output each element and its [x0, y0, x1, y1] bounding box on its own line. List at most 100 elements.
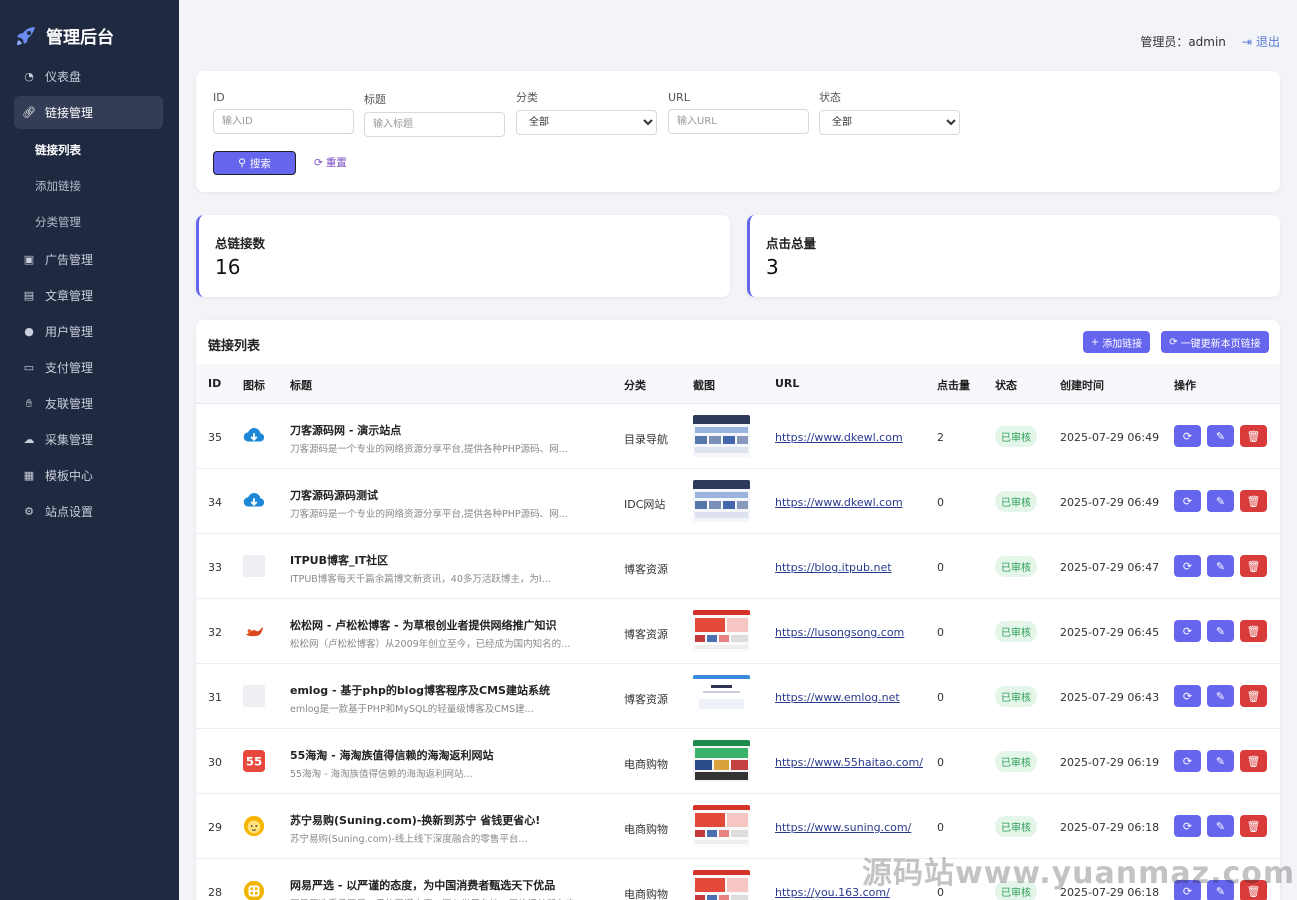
refresh-button[interactable]: ⟳ [1174, 620, 1201, 642]
sidebar-item-label: 文章管理 [45, 289, 94, 303]
delete-button[interactable]: 🗑︎ [1240, 750, 1267, 772]
row-url-link[interactable]: https://www.dkewl.com [775, 496, 903, 509]
edit-button[interactable]: ✎ [1207, 555, 1234, 577]
refresh-button[interactable]: ⟳ [1174, 490, 1201, 512]
sidebar-item-label: 用户管理 [45, 325, 94, 339]
delete-button[interactable]: 🗑︎ [1240, 685, 1267, 707]
row-url-link[interactable]: https://www.suning.com/ [775, 821, 911, 834]
row-category: 电商购物 [624, 888, 668, 900]
delete-button[interactable]: 🗑︎ [1240, 490, 1267, 512]
row-created-time: 2025-07-29 06:49 [1060, 431, 1160, 444]
stat-label: 总链接数 [215, 236, 266, 251]
row-actions: ⟳ ✎ 🗑︎ [1174, 815, 1267, 837]
reset-button[interactable]: ⟳ 重置 [314, 155, 347, 170]
row-id: 28 [208, 886, 222, 899]
plus-icon: + [1090, 336, 1100, 348]
status-badge: 已审核 [995, 751, 1037, 772]
sidebar-item-articles[interactable]: ▤ 文章管理 [14, 279, 163, 312]
sidebar-subitem-categories[interactable]: 分类管理 [0, 204, 179, 240]
column-header-url: URL [775, 377, 800, 390]
row-title: 苏宁易购(Suning.com)-换新到苏宁 省钱更省心! [290, 814, 541, 827]
row-created-time: 2025-07-29 06:47 [1060, 561, 1160, 574]
row-screenshot[interactable] [693, 870, 750, 900]
row-url-link[interactable]: https://www.dkewl.com [775, 431, 903, 444]
row-category: 博客资源 [624, 628, 668, 641]
column-header-id[interactable]: ID [208, 377, 221, 390]
row-screenshot[interactable] [693, 610, 750, 652]
refresh-button[interactable]: ⟳ [1174, 685, 1201, 707]
row-screenshot[interactable] [693, 675, 750, 717]
sidebar-subitem-add-link[interactable]: 添加链接 [0, 168, 179, 204]
sidebar-item-ads[interactable]: ▣ 广告管理 [14, 243, 163, 276]
delete-button[interactable]: 🗑︎ [1240, 620, 1267, 642]
url-input[interactable] [668, 109, 809, 134]
refresh-button[interactable]: ⟳ [1174, 425, 1201, 447]
sidebar-item-friend-links[interactable]: ✋︎ 友联管理 [14, 387, 163, 420]
row-actions: ⟳ ✎ 🗑︎ [1174, 555, 1267, 577]
row-url-link[interactable]: https://lusongsong.com [775, 626, 904, 639]
row-title-block: 苏宁易购(Suning.com)-换新到苏宁 省钱更省心! 苏宁易购(Suning… [290, 812, 610, 845]
stat-value: 3 [766, 255, 779, 279]
edit-button[interactable]: ✎ [1207, 750, 1234, 772]
sidebar-item-users[interactable]: ● 用户管理 [14, 315, 163, 348]
refresh-button[interactable]: ⟳ [1174, 555, 1201, 577]
edit-button[interactable]: ✎ [1207, 425, 1234, 447]
url-filter-label: URL [668, 91, 690, 104]
logout-label: 退出 [1255, 35, 1280, 49]
sign-out-icon: ⇥ [1241, 34, 1252, 49]
row-clicks: 0 [937, 626, 944, 639]
row-screenshot[interactable] [693, 740, 750, 782]
reset-button-label: 重置 [325, 157, 347, 169]
stat-label: 点击总量 [766, 236, 817, 251]
brand[interactable]: 管理后台 [0, 0, 179, 56]
category-select[interactable]: 全部 [516, 110, 657, 135]
column-header-actions: 操作 [1174, 379, 1196, 392]
refresh-button[interactable]: ⟳ [1174, 750, 1201, 772]
update-label: 一键更新本页链接 [1180, 338, 1261, 350]
sidebar-item-collect[interactable]: ☁︎ 采集管理 [14, 423, 163, 456]
row-actions: ⟳ ✎ 🗑︎ [1174, 750, 1267, 772]
sidebar-item-links[interactable]: 🔗︎ 链接管理 [14, 96, 163, 129]
row-url-link[interactable]: https://www.emlog.net [775, 691, 900, 704]
sidebar-item-dashboard[interactable]: ◔ 仪表盘 [14, 60, 163, 93]
sidebar-item-label: 支付管理 [45, 361, 94, 375]
sidebar-nav: ◔ 仪表盘 🔗︎ 链接管理 链接列表 添加链接 分类管理 ▣ 广告管理 ▤ 文章… [0, 60, 179, 528]
status-select[interactable]: 全部 [819, 110, 960, 135]
row-screenshot[interactable] [693, 480, 750, 522]
row-screenshot[interactable] [693, 805, 750, 847]
sidebar-subitem-link-list[interactable]: 链接列表 [0, 132, 179, 168]
add-link-button[interactable]: + 添加链接 [1083, 331, 1150, 353]
delete-button[interactable]: 🗑︎ [1240, 555, 1267, 577]
title-input[interactable] [364, 112, 505, 137]
suning-lion-icon [243, 815, 265, 837]
delete-button[interactable]: 🗑︎ [1240, 425, 1267, 447]
sidebar-item-settings[interactable]: ⚙︎ 站点设置 [14, 495, 163, 528]
sidebar-item-templates[interactable]: ▦ 模板中心 [14, 459, 163, 492]
status-badge: 已审核 [995, 556, 1037, 577]
edit-button[interactable]: ✎ [1207, 490, 1234, 512]
dashboard-icon: ◔ [24, 70, 34, 83]
row-url-link[interactable]: https://www.55haitao.com/ [775, 756, 923, 769]
sidebar-item-payments[interactable]: ▭ 支付管理 [14, 351, 163, 384]
row-clicks: 2 [937, 431, 944, 444]
panel-title: 链接列表 [208, 339, 261, 354]
row-id: 30 [208, 756, 222, 769]
search-button[interactable]: ⚲ 搜索 [213, 151, 296, 175]
edit-button[interactable]: ✎ [1207, 685, 1234, 707]
row-screenshot[interactable] [693, 415, 750, 457]
table-row: 31 emlog - 基于php的blog博客程序及CMS建站系统 emlog是一款… [196, 664, 1280, 729]
yanxuan-icon [243, 880, 265, 900]
link-icon: 🔗︎ [22, 106, 36, 119]
edit-button[interactable]: ✎ [1207, 620, 1234, 642]
delete-button[interactable]: 🗑︎ [1240, 815, 1267, 837]
edit-button[interactable]: ✎ [1207, 815, 1234, 837]
row-actions: ⟳ ✎ 🗑︎ [1174, 425, 1267, 447]
update-page-links-button[interactable]: ⟳ 一键更新本页链接 [1161, 331, 1269, 353]
row-actions: ⟳ ✎ 🗑︎ [1174, 490, 1267, 512]
row-category: 博客资源 [624, 693, 668, 706]
id-input[interactable] [213, 109, 354, 134]
row-category: 博客资源 [624, 563, 668, 576]
logout-link[interactable]: ⇥ 退出 [1242, 33, 1280, 50]
row-url-link[interactable]: https://blog.itpub.net [775, 561, 892, 574]
refresh-button[interactable]: ⟳ [1174, 815, 1201, 837]
